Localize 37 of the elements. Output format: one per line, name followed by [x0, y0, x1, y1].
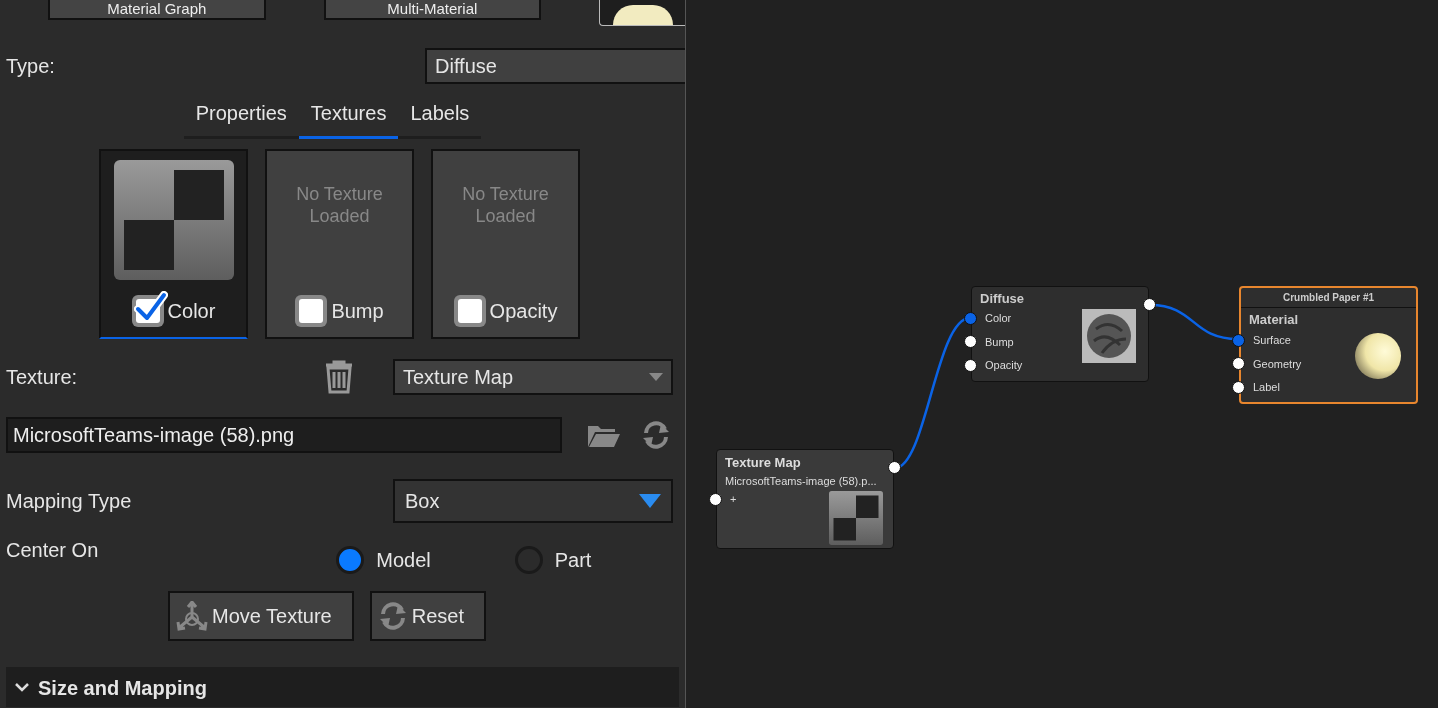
mapping-type-dropdown[interactable]: Box	[393, 479, 673, 523]
empty-texture-text: No Texture Loaded	[461, 183, 550, 227]
center-on-label: Center On	[6, 538, 99, 563]
port-label: +	[730, 492, 737, 507]
mapping-type-label: Mapping Type	[6, 489, 132, 514]
node-header: Crumbled Paper #1	[1241, 288, 1416, 308]
empty-texture-text: No Texture Loaded	[295, 183, 384, 227]
toolbar-button[interactable]: Material Graph	[48, 0, 266, 20]
move-texture-button[interactable]: Move Texture	[168, 591, 354, 641]
texture-label: Texture:	[6, 365, 78, 390]
texture-slot[interactable]: No Texture Loaded Opacity	[431, 149, 580, 339]
file-field[interactable]: MicrosoftTeams-image (58).png	[6, 417, 562, 453]
slot-label: Color	[167, 299, 216, 324]
type-label: Type:	[6, 54, 55, 79]
tab[interactable]: Labels	[398, 96, 482, 139]
toolbar-button[interactable]: Multi-Material	[323, 0, 542, 20]
radio-label: Model	[376, 548, 431, 573]
node-title: Material	[1248, 311, 1300, 329]
node-subtitle: MicrosoftTeams-image (58).p...	[724, 473, 878, 489]
tab[interactable]: Textures	[298, 96, 399, 139]
port-label: Bump	[985, 334, 1014, 350]
port-label: Opacity	[985, 358, 1023, 373]
reset-button[interactable]: Reset	[369, 591, 486, 641]
tab[interactable]: Properties	[183, 96, 299, 139]
section-header[interactable]: Size and Mapping	[6, 667, 679, 707]
port-label: Surface	[1253, 333, 1291, 348]
radio-label: Part	[554, 548, 592, 573]
texture-dropdown[interactable]: Texture Map	[393, 359, 673, 395]
port-label: Geometry	[1253, 356, 1302, 372]
slot-label: Opacity	[489, 299, 558, 324]
slot-label: Bump	[331, 299, 384, 324]
texture-slot[interactable]: No Texture Loaded Bump	[265, 149, 414, 339]
type-dropdown[interactable]: Diffuse	[425, 48, 685, 84]
port-label: Color	[985, 311, 1012, 326]
port-label: Label	[1253, 380, 1280, 395]
node-title: Diffuse	[979, 290, 1026, 308]
node-title: Texture Map	[724, 454, 802, 472]
